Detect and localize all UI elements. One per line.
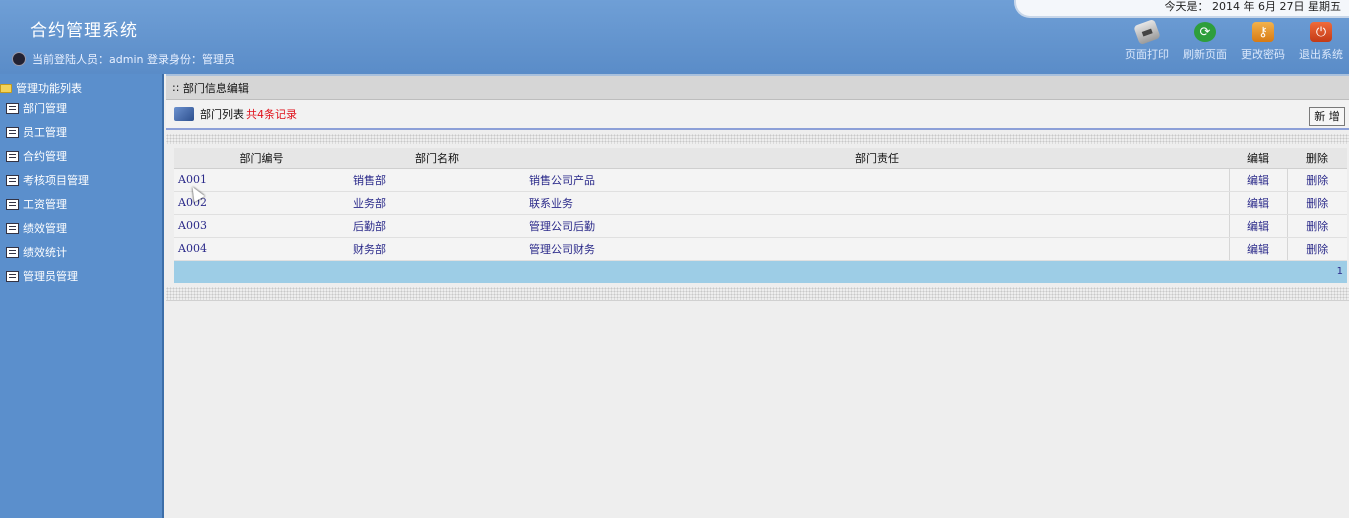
list-title: 部门列表 (200, 108, 244, 121)
edit-link[interactable]: 编辑 (1228, 214, 1287, 238)
document-icon (6, 150, 19, 162)
document-icon (6, 246, 19, 258)
department-name: 财务部 (349, 237, 525, 261)
exit-system-label: 退出系统 (1299, 48, 1343, 61)
list-icon (174, 107, 194, 121)
key-icon: ⚷ (1252, 22, 1274, 42)
document-icon (6, 174, 19, 186)
column-header-edit: 编辑 (1229, 148, 1287, 169)
column-header-delete: 删除 (1287, 148, 1347, 169)
sidebar-item-performance-stats[interactable]: 绩效统计 (0, 240, 162, 264)
delete-link[interactable]: 删除 (1286, 168, 1347, 192)
divider (166, 134, 1349, 144)
breadcrumb-text: 部门信息编辑 (182, 81, 249, 95)
department-duty: 管理公司后勤 (525, 214, 1229, 238)
sidebar-item-label: 工资管理 (23, 198, 67, 211)
sidebar-item-label: 员工管理 (23, 126, 67, 139)
column-header-name: 部门名称 (349, 148, 525, 169)
add-button[interactable]: 新 增 (1309, 107, 1345, 126)
user-info-text: 当前登陆人员：admin 登录身份：管理员 (32, 53, 235, 66)
top-header: 合约管理系统 当前登陆人员：admin 登录身份：管理员 今天是： 2014 年… (0, 0, 1349, 74)
department-code[interactable]: A003 (174, 214, 349, 238)
delete-link[interactable]: 删除 (1286, 214, 1347, 238)
sidebar-item-contract[interactable]: 合约管理 (0, 144, 162, 168)
change-password-label: 更改密码 (1241, 48, 1285, 61)
department-code[interactable]: A004 (174, 237, 349, 261)
change-password-button[interactable]: ⚷ 更改密码 (1237, 22, 1289, 62)
printer-icon: ▬ (1133, 18, 1161, 46)
sidebar-title: 管理功能列表 (0, 80, 162, 96)
delete-link[interactable]: 删除 (1286, 237, 1347, 261)
print-page-label: 页面打印 (1125, 48, 1169, 61)
table-row: A001 销售部 销售公司产品 编辑 删除 (174, 168, 1347, 192)
department-name: 后勤部 (349, 214, 525, 238)
sidebar-item-label: 绩效统计 (23, 246, 67, 259)
user-info: 当前登陆人员：admin 登录身份：管理员 (12, 51, 235, 67)
sidebar-item-department[interactable]: 部门管理 (0, 96, 162, 120)
sidebar-item-assessment[interactable]: 考核项目管理 (0, 168, 162, 192)
print-page-button[interactable]: ▬ 页面打印 (1121, 18, 1173, 62)
sidebar-item-label: 合约管理 (23, 150, 67, 163)
department-name: 业务部 (349, 191, 525, 215)
document-icon (6, 270, 19, 282)
document-icon (6, 126, 19, 138)
sidebar-item-label: 绩效管理 (23, 222, 67, 235)
department-duty: 销售公司产品 (525, 168, 1229, 192)
department-duty: 管理公司财务 (525, 237, 1229, 261)
divider (166, 286, 1349, 301)
edit-link[interactable]: 编辑 (1228, 237, 1287, 261)
edit-link[interactable]: 编辑 (1228, 168, 1287, 192)
refresh-page-label: 刷新页面 (1183, 48, 1227, 61)
date-display: 今天是： 2014 年 6月 27日 星期五 (1014, 0, 1349, 18)
sidebar-item-label: 考核项目管理 (23, 174, 89, 187)
delete-link[interactable]: 删除 (1286, 191, 1347, 215)
exit-system-button[interactable]: ⏻ 退出系统 (1295, 22, 1347, 62)
record-count: 共4条记录 (246, 108, 297, 121)
main-content: :: 部门信息编辑 部门列表 共4条记录 新 增 部门编号 部门名称 部门责任 … (166, 74, 1349, 518)
sidebar-item-label: 管理员管理 (23, 270, 78, 283)
power-icon: ⏻ (1310, 22, 1332, 42)
sidebar-title-text: 管理功能列表 (16, 82, 82, 95)
breadcrumb-marker: :: (172, 81, 183, 94)
sidebar-item-admin[interactable]: 管理员管理 (0, 264, 162, 288)
sidebar-item-employee[interactable]: 员工管理 (0, 120, 162, 144)
table-row: A004 财务部 管理公司财务 编辑 删除 (174, 237, 1347, 261)
document-icon (6, 198, 19, 210)
document-icon (6, 222, 19, 234)
sidebar: 管理功能列表 部门管理 员工管理 合约管理 考核项目管理 工资管理 绩效管理 绩… (0, 74, 164, 518)
refresh-icon: ⟳ (1194, 22, 1216, 42)
breadcrumb: :: 部门信息编辑 (166, 74, 1349, 100)
refresh-page-button[interactable]: ⟳ 刷新页面 (1179, 22, 1231, 62)
table-row: A002 业务部 联系业务 编辑 删除 (174, 191, 1347, 215)
app-title: 合约管理系统 (30, 21, 138, 41)
list-header: 部门列表 共4条记录 新 增 (166, 100, 1349, 130)
pagination[interactable]: 1 (174, 260, 1347, 283)
department-name: 销售部 (349, 168, 525, 192)
department-duty: 联系业务 (525, 191, 1229, 215)
edit-link[interactable]: 编辑 (1228, 191, 1287, 215)
sidebar-item-performance[interactable]: 绩效管理 (0, 216, 162, 240)
document-icon (6, 102, 19, 114)
folder-icon (0, 83, 12, 93)
sidebar-item-label: 部门管理 (23, 102, 67, 115)
department-table: 部门编号 部门名称 部门责任 编辑 删除 A001 销售部 销售公司产品 编辑 … (174, 148, 1347, 261)
user-icon (12, 52, 26, 66)
toolbar: ▬ 页面打印 ⟳ 刷新页面 ⚷ 更改密码 ⏻ 退出系统 (1121, 18, 1347, 62)
table-row: A003 后勤部 管理公司后勤 编辑 删除 (174, 214, 1347, 238)
column-header-duty: 部门责任 (525, 148, 1229, 169)
column-header-code: 部门编号 (174, 148, 349, 169)
sidebar-item-salary[interactable]: 工资管理 (0, 192, 162, 216)
